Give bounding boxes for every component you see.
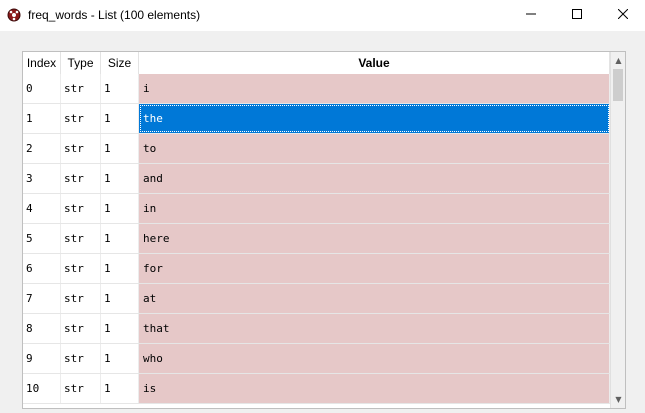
table-row[interactable]: 0 str 1 i xyxy=(23,74,610,104)
scroll-down-icon[interactable]: ▼ xyxy=(611,393,625,407)
index-cell[interactable]: 2 xyxy=(23,134,61,163)
type-cell[interactable]: str xyxy=(61,284,101,313)
index-cell[interactable]: 8 xyxy=(23,314,61,343)
size-cell[interactable]: 1 xyxy=(101,374,139,403)
minimize-icon xyxy=(526,8,536,22)
value-cell[interactable]: is xyxy=(139,374,610,403)
sort-indicator-icon: ^ xyxy=(38,51,42,56)
table-body: 0 str 1 i 1 str 1 the 2 str 1 to 3 str 1… xyxy=(23,74,610,404)
type-cell[interactable]: str xyxy=(61,194,101,223)
table-row[interactable]: 9 str 1 who xyxy=(23,344,610,374)
window-title: freq_words - List (100 elements) xyxy=(28,8,201,22)
table-row[interactable]: 6 str 1 for xyxy=(23,254,610,284)
type-cell[interactable]: str xyxy=(61,74,101,103)
size-cell[interactable]: 1 xyxy=(101,314,139,343)
size-cell[interactable]: 1 xyxy=(101,284,139,313)
type-cell[interactable]: str xyxy=(61,104,101,133)
column-header-index-label: Index xyxy=(26,56,57,70)
vertical-scrollbar[interactable]: ▲ ▼ xyxy=(610,52,625,408)
list-table: ^ Index Type Size Value 0 str 1 i 1 str … xyxy=(22,51,626,409)
table-row[interactable]: 10 str 1 is xyxy=(23,374,610,404)
column-header-size-label: Size xyxy=(107,56,132,70)
size-cell[interactable]: 1 xyxy=(101,74,139,103)
table-row[interactable]: 2 str 1 to xyxy=(23,134,610,164)
index-cell[interactable]: 7 xyxy=(23,284,61,313)
value-cell[interactable]: in xyxy=(139,194,610,223)
type-cell[interactable]: str xyxy=(61,134,101,163)
value-cell[interactable]: the xyxy=(139,104,610,133)
close-icon xyxy=(617,8,629,22)
type-cell[interactable]: str xyxy=(61,254,101,283)
table-header: ^ Index Type Size Value xyxy=(23,52,610,75)
size-cell[interactable]: 1 xyxy=(101,254,139,283)
index-cell[interactable]: 4 xyxy=(23,194,61,223)
table-row-selected[interactable]: 1 str 1 the xyxy=(23,104,610,134)
type-cell[interactable]: str xyxy=(61,314,101,343)
column-header-size[interactable]: Size xyxy=(101,52,139,74)
size-cell[interactable]: 1 xyxy=(101,164,139,193)
type-cell[interactable]: str xyxy=(61,344,101,373)
table-row[interactable]: 7 str 1 at xyxy=(23,284,610,314)
size-cell[interactable]: 1 xyxy=(101,134,139,163)
table-row[interactable]: 3 str 1 and xyxy=(23,164,610,194)
value-cell[interactable]: and xyxy=(139,164,610,193)
table-row[interactable]: 4 str 1 in xyxy=(23,194,610,224)
index-cell[interactable]: 3 xyxy=(23,164,61,193)
column-header-type-label: Type xyxy=(67,56,94,70)
table-row[interactable]: 8 str 1 that xyxy=(23,314,610,344)
index-cell[interactable]: 9 xyxy=(23,344,61,373)
maximize-icon xyxy=(572,8,582,22)
table-row[interactable]: 5 str 1 here xyxy=(23,224,610,254)
value-cell[interactable]: to xyxy=(139,134,610,163)
type-cell[interactable]: str xyxy=(61,374,101,403)
title-bar: freq_words - List (100 elements) xyxy=(0,0,645,31)
size-cell[interactable]: 1 xyxy=(101,344,139,373)
type-cell[interactable]: str xyxy=(61,164,101,193)
value-cell[interactable]: i xyxy=(139,74,610,103)
column-header-value[interactable]: Value xyxy=(139,52,610,74)
value-cell[interactable]: for xyxy=(139,254,610,283)
maximize-button[interactable] xyxy=(554,0,600,30)
close-button[interactable] xyxy=(600,0,645,30)
index-cell[interactable]: 5 xyxy=(23,224,61,253)
index-cell[interactable]: 0 xyxy=(23,74,61,103)
column-header-value-label: Value xyxy=(358,56,390,70)
index-cell[interactable]: 1 xyxy=(23,104,61,133)
type-cell[interactable]: str xyxy=(61,224,101,253)
value-cell[interactable]: at xyxy=(139,284,610,313)
app-logo-icon xyxy=(7,8,21,22)
column-header-type[interactable]: Type xyxy=(61,52,101,74)
value-cell[interactable]: that xyxy=(139,314,610,343)
scroll-up-icon[interactable]: ▲ xyxy=(611,54,625,68)
value-cell[interactable]: who xyxy=(139,344,610,373)
minimize-button[interactable] xyxy=(508,0,554,30)
size-cell[interactable]: 1 xyxy=(101,224,139,253)
value-cell[interactable]: here xyxy=(139,224,610,253)
size-cell[interactable]: 1 xyxy=(101,104,139,133)
column-header-index[interactable]: ^ Index xyxy=(23,52,61,74)
size-cell[interactable]: 1 xyxy=(101,194,139,223)
scrollbar-thumb[interactable] xyxy=(613,69,623,101)
index-cell[interactable]: 6 xyxy=(23,254,61,283)
index-cell[interactable]: 10 xyxy=(23,374,61,403)
